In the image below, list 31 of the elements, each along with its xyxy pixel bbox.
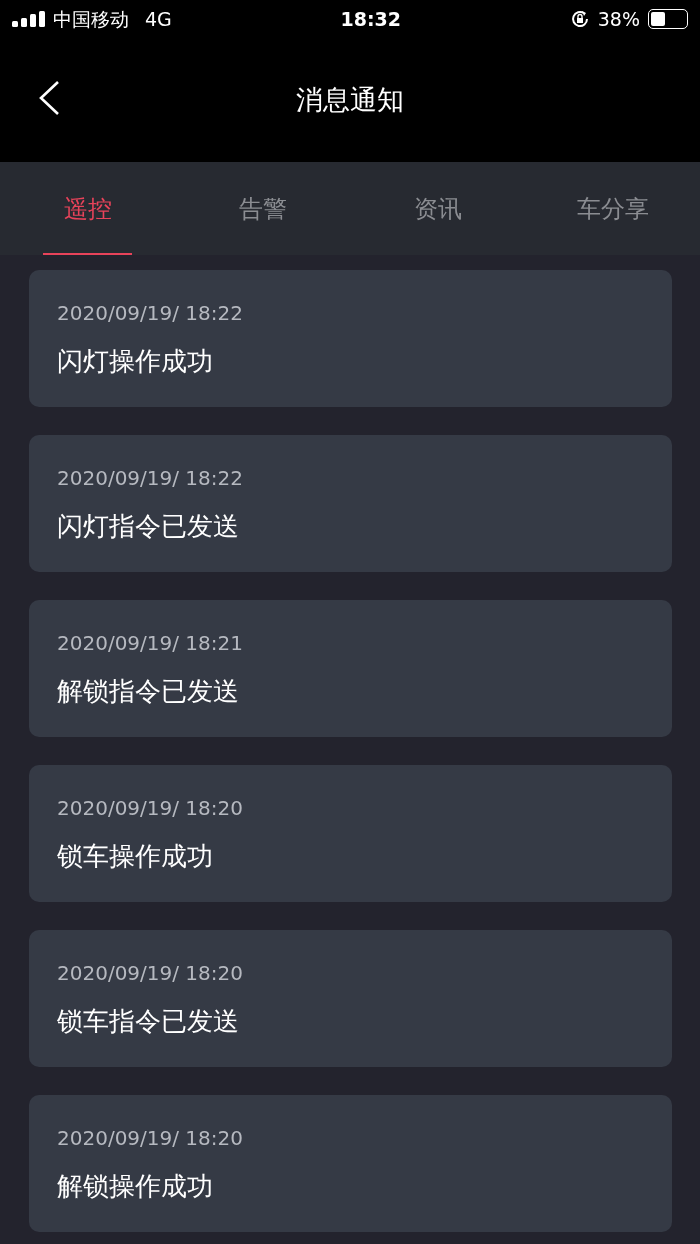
battery-percent: 38% — [597, 6, 640, 32]
message-card[interactable]: 2020/09/19/ 18:22 闪灯指令已发送 — [29, 435, 672, 572]
message-text: 锁车操作成功 — [57, 840, 214, 873]
clock-time: 18:32 — [340, 6, 402, 32]
message-time: 2020/09/19/ 18:20 — [57, 795, 244, 822]
message-text: 解锁指令已发送 — [57, 675, 240, 708]
message-time: 2020/09/19/ 18:21 — [57, 630, 244, 657]
message-text: 解锁操作成功 — [57, 1170, 214, 1203]
message-text: 闪灯指令已发送 — [57, 510, 240, 543]
battery-icon — [648, 9, 688, 29]
rotation-lock-icon — [569, 9, 590, 29]
signal-icon — [12, 11, 45, 27]
back-icon[interactable] — [38, 80, 60, 116]
message-card[interactable]: 2020/09/19/ 18:22 闪灯操作成功 — [29, 270, 672, 407]
message-time: 2020/09/19/ 18:20 — [57, 1125, 244, 1152]
message-time: 2020/09/19/ 18:20 — [57, 960, 244, 987]
page-title: 消息通知 — [296, 82, 404, 117]
network-type: 4G — [145, 6, 172, 32]
tab[interactable]: 资讯 — [350, 162, 525, 255]
tab[interactable]: 车分享 — [525, 162, 700, 255]
message-time: 2020/09/19/ 18:22 — [57, 300, 244, 327]
message-card[interactable]: 2020/09/19/ 18:20 解锁操作成功 — [29, 1095, 672, 1232]
message-card[interactable]: 2020/09/19/ 18:20 锁车指令已发送 — [29, 930, 672, 1067]
tab[interactable]: 告警 — [175, 162, 350, 255]
message-text: 锁车指令已发送 — [57, 1005, 240, 1038]
message-time: 2020/09/19/ 18:22 — [57, 465, 244, 492]
message-text: 闪灯操作成功 — [57, 345, 214, 378]
message-card[interactable]: 2020/09/19/ 18:21 解锁指令已发送 — [29, 600, 672, 737]
carrier-name: 中国移动 — [53, 6, 129, 32]
tab[interactable]: 遥控 — [0, 162, 175, 255]
message-card[interactable]: 2020/09/19/ 18:20 锁车操作成功 — [29, 765, 672, 902]
